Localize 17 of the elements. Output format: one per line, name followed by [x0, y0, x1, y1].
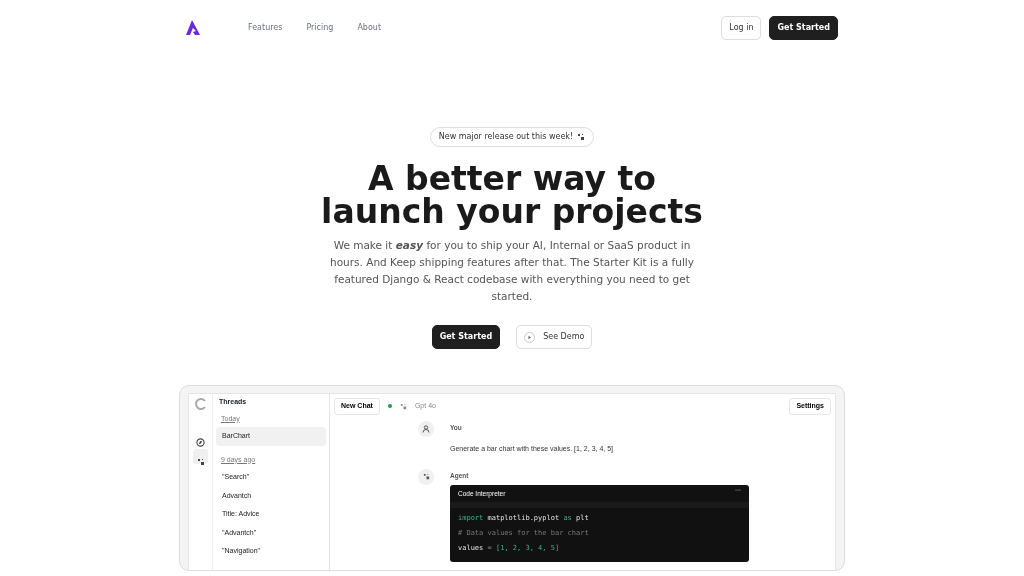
nav-link[interactable]: Pricing [306, 21, 334, 34]
play-icon [524, 331, 536, 343]
app-logo-icon [194, 398, 207, 410]
hero-title: A better way to launch your projects [320, 162, 704, 228]
agent-avatar [418, 468, 434, 485]
user-avatar [418, 420, 434, 437]
nav-link[interactable]: About [357, 21, 382, 34]
agents-icon[interactable] [193, 449, 208, 464]
nav-link[interactable]: Features [248, 21, 283, 34]
hero-description: We make it easy for you to ship your AI, Internal or SaaS product in hours. And Keep shipping features after that. The Starter Kit is a fully featured Django & React codebase with everything you need to get started. [329, 238, 695, 304]
see-demo-button[interactable]: See Demo [516, 325, 593, 349]
sparkle-icon [577, 133, 586, 141]
logo-icon[interactable] [186, 19, 200, 36]
agent-icon [399, 402, 407, 410]
login-button[interactable]: Log in [721, 15, 762, 40]
get-started-button[interactable]: Get Started [769, 15, 838, 40]
get-started-button[interactable]: Get Started [431, 325, 501, 349]
